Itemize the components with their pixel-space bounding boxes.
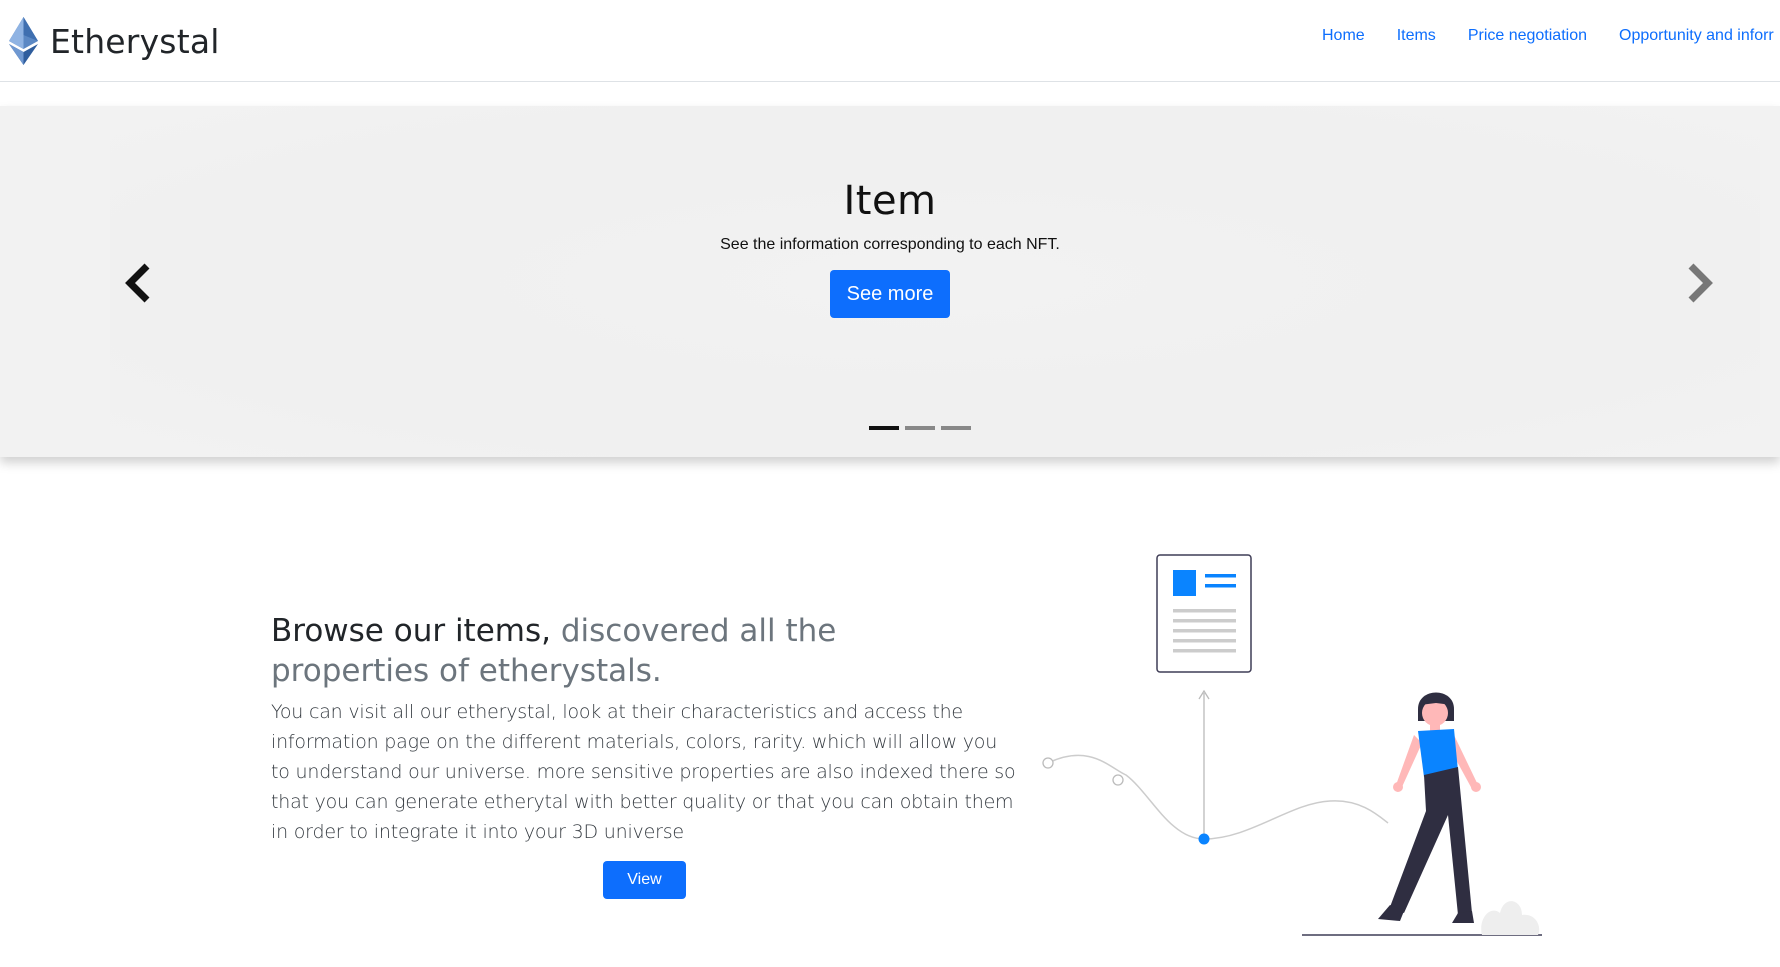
section-body: You can visit all our etherystal, look a… [271,701,1016,843]
woman-with-document-illustration [1042,554,1542,936]
navbar: Etherystal Home Items Price negotiation … [0,0,1780,82]
carousel-title: Item [843,178,937,224]
carousel-indicator-1[interactable] [869,426,899,430]
carousel-subtitle: See the information corresponding to eac… [720,236,1060,253]
person-figure [1378,692,1481,923]
main-nav: Home Items Price negotiation Opportunity… [1322,27,1780,45]
see-more-button[interactable]: See more [829,270,951,318]
nav-link-home[interactable]: Home [1322,27,1365,45]
nav-link-opportunity[interactable]: Opportunity and inforr [1619,27,1774,45]
carousel-indicators [869,426,971,430]
nav-link-price-negotiation[interactable]: Price negotiation [1468,27,1587,45]
brand[interactable]: Etherystal [9,17,220,65]
carousel-indicator-2[interactable] [905,426,935,430]
carousel-next-button[interactable] [1680,261,1720,305]
nav-link-items[interactable]: Items [1397,27,1436,45]
hero-carousel: Item See the information corresponding t… [0,106,1780,457]
ethereum-diamond-icon [9,17,38,65]
carousel-caption: Item See the information corresponding t… [0,178,1780,318]
section-headline: Browse our items, discovered all the pro… [271,611,1001,691]
browse-section: Browse our items, discovered all the pro… [0,458,1780,967]
view-button[interactable]: View [603,861,686,899]
chevron-right-icon [1688,263,1713,303]
brand-name: Etherystal [50,21,220,61]
headline-dark-text: Browse our items, [271,613,551,649]
carousel-indicator-3[interactable] [941,426,971,430]
